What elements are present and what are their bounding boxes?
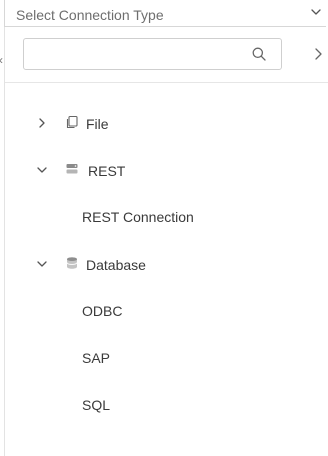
tree-node-rest[interactable]: REST (5, 155, 325, 185)
dropdown-panel: ‹ File (0, 27, 328, 456)
file-copy-icon (66, 115, 78, 129)
panel-header: ‹ (0, 27, 328, 83)
tree-leaf-label: SQL (82, 397, 111, 413)
tree-label-rest: REST (88, 163, 126, 179)
chevron-down-icon[interactable] (35, 257, 49, 271)
tree-leaf-label: SAP (82, 350, 111, 366)
tree-leaf-label: ODBC (82, 303, 123, 319)
tree-label-file: File (86, 116, 109, 132)
connection-type-picker: Select Connection Type ‹ (0, 0, 328, 456)
tree-label-database: Database (86, 257, 146, 273)
tree-node-file[interactable]: File (5, 108, 325, 138)
chevron-right-icon[interactable] (35, 116, 49, 130)
chevron-down-icon[interactable] (309, 5, 323, 19)
select-placeholder: Select Connection Type (16, 7, 164, 23)
tree-leaf-odbc[interactable]: ODBC (5, 295, 325, 325)
tree-leaf-sap[interactable]: SAP (5, 342, 325, 372)
search-input[interactable] (30, 43, 249, 67)
tree-leaf-label: REST Connection (82, 209, 194, 225)
server-icon (66, 164, 78, 174)
tree-leaf-sql[interactable]: SQL (5, 389, 325, 419)
search-icon[interactable] (251, 46, 267, 62)
tree-node-database[interactable]: Database (5, 249, 325, 279)
chevron-left-icon[interactable]: ‹ (0, 53, 3, 67)
tree-leaf-rest-connection[interactable]: REST Connection (5, 201, 325, 231)
connection-type-select[interactable]: Select Connection Type (4, 0, 326, 27)
chevron-down-icon[interactable] (35, 163, 49, 177)
search-box[interactable] (23, 38, 282, 70)
chevron-right-icon[interactable] (311, 45, 325, 63)
database-icon (66, 257, 78, 269)
